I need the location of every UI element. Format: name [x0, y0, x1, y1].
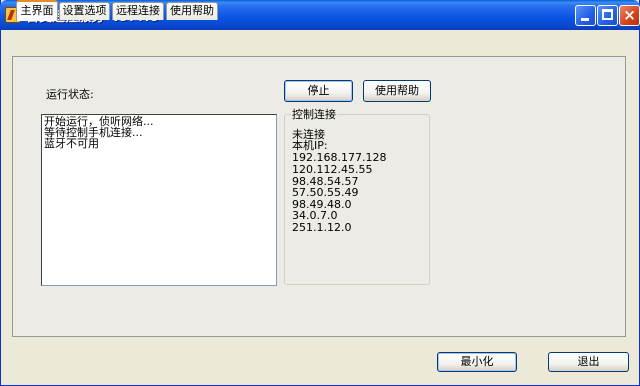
- close-window-button[interactable]: ×: [619, 5, 640, 26]
- help-button[interactable]: 使用帮助: [363, 80, 431, 102]
- app-window: 百变遥控服务 v3.4.5 × 主界面 设置选项 远程连接 使用帮助 运行状态:…: [0, 0, 640, 386]
- ip-address: 251.1.12.0: [292, 221, 352, 234]
- minimize-window-button[interactable]: [575, 5, 596, 26]
- tab-help[interactable]: 使用帮助: [166, 2, 218, 20]
- maximize-window-button[interactable]: [597, 5, 618, 26]
- exit-button[interactable]: 退出: [548, 352, 629, 372]
- log-line: 蓝牙不可用: [44, 137, 99, 150]
- ip-address: 120.112.45.55: [292, 163, 373, 176]
- status-log[interactable]: 开始运行，侦听网络... 等待控制手机连接... 蓝牙不可用: [41, 114, 277, 286]
- ip-address: 34.0.7.0: [292, 209, 338, 222]
- control-connection-title: 控制连接: [291, 106, 337, 122]
- tab-settings[interactable]: 设置选项: [59, 2, 110, 20]
- stop-button[interactable]: 停止: [284, 80, 353, 102]
- minimize-icon: [581, 18, 589, 21]
- tab-main[interactable]: 主界面: [16, 0, 58, 21]
- status-label: 运行状态:: [46, 88, 94, 101]
- local-ip-label: 本机IP:: [292, 139, 328, 152]
- tab-remote-connection[interactable]: 远程连接: [112, 2, 164, 20]
- minimize-button[interactable]: 最小化: [437, 352, 517, 372]
- ip-address: 192.168.177.128: [292, 151, 387, 164]
- ip-address: 57.50.55.49: [292, 186, 359, 199]
- maximize-icon: [602, 9, 613, 20]
- close-icon: ×: [623, 6, 636, 24]
